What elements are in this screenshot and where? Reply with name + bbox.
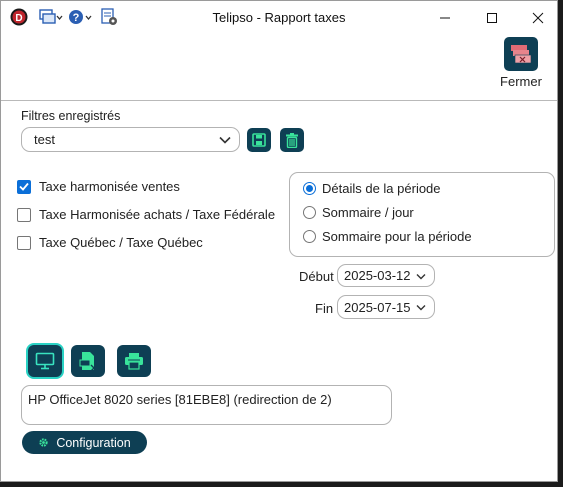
output-export-button[interactable]	[71, 345, 105, 377]
save-icon	[252, 133, 266, 147]
end-date-picker[interactable]: 2025-07-15	[337, 295, 435, 319]
gear-icon	[39, 438, 48, 447]
radio-label: Sommaire / jour	[322, 205, 414, 220]
maximize-icon[interactable]	[469, 1, 515, 34]
radio-unselected[interactable]	[303, 206, 316, 219]
radio-label: Détails de la période	[322, 181, 441, 196]
monitor-icon	[35, 352, 55, 370]
delete-filter-button[interactable]	[280, 128, 304, 152]
save-filter-button[interactable]	[247, 128, 271, 152]
title-bar: D ? Telipso - Rapport taxes	[1, 1, 557, 34]
radio-label: Sommaire pour la période	[322, 229, 472, 244]
chevron-down-icon	[416, 268, 426, 283]
configuration-label: Configuration	[56, 435, 131, 450]
printer-field[interactable]: HP OfficeJet 8020 series [81EBE8] (redir…	[21, 385, 392, 425]
saved-filters-value: test	[34, 132, 55, 147]
saved-filters-label: Filtres enregistrés	[21, 109, 121, 123]
minimize-icon[interactable]	[422, 1, 468, 34]
checkbox-unchecked[interactable]	[17, 235, 31, 250]
trash-icon	[286, 132, 298, 148]
report-window: D ? Telipso - Rapport taxes Fermer Filtr…	[0, 0, 558, 482]
radio-sommaire-jour[interactable]: Sommaire / jour	[303, 205, 414, 220]
start-date-label: Début	[299, 269, 334, 284]
checkbox-unchecked[interactable]	[17, 207, 31, 222]
start-date-picker[interactable]: 2025-03-12	[337, 264, 435, 287]
checkbox-taxe-harmonisee-ventes[interactable]: Taxe harmonisée ventes	[17, 179, 180, 194]
chevron-down-icon	[416, 300, 426, 315]
fermer-label: Fermer	[500, 74, 542, 89]
radio-unselected[interactable]	[303, 230, 316, 243]
output-screen-button[interactable]	[28, 345, 62, 377]
radio-details-periode[interactable]: Détails de la période	[303, 181, 441, 196]
radio-selected[interactable]	[303, 182, 316, 195]
checkbox-checked[interactable]	[17, 179, 31, 194]
end-date-value: 2025-07-15	[344, 299, 411, 315]
report-type-group: Détails de la période Sommaire / jour So…	[289, 172, 555, 257]
saved-filters-select[interactable]: test	[21, 127, 240, 152]
checkbox-taxe-harmonisee-achats[interactable]: Taxe Harmonisée achats / Taxe Fédérale	[17, 207, 275, 222]
checkbox-taxe-quebec[interactable]: Taxe Québec / Taxe Québec	[17, 235, 203, 250]
start-date-value: 2025-03-12	[344, 268, 411, 283]
fermer-button[interactable]: Fermer	[494, 37, 548, 93]
checkbox-label: Taxe Québec / Taxe Québec	[39, 235, 203, 250]
checkbox-label: Taxe Harmonisée achats / Taxe Fédérale	[39, 207, 276, 222]
checkbox-label: Taxe harmonisée ventes	[39, 179, 180, 194]
chevron-down-icon	[219, 132, 231, 147]
end-date-label: Fin	[315, 301, 334, 316]
header-divider	[1, 100, 557, 101]
printer-name: HP OfficeJet 8020 series [81EBE8] (redir…	[28, 392, 332, 407]
radio-sommaire-periode[interactable]: Sommaire pour la période	[303, 229, 472, 244]
output-print-button[interactable]	[117, 345, 151, 377]
export-file-icon	[79, 352, 95, 371]
report-close-icon	[504, 37, 538, 71]
close-icon[interactable]	[515, 1, 561, 34]
printer-icon	[125, 353, 143, 370]
configuration-button[interactable]: Configuration	[22, 431, 147, 454]
